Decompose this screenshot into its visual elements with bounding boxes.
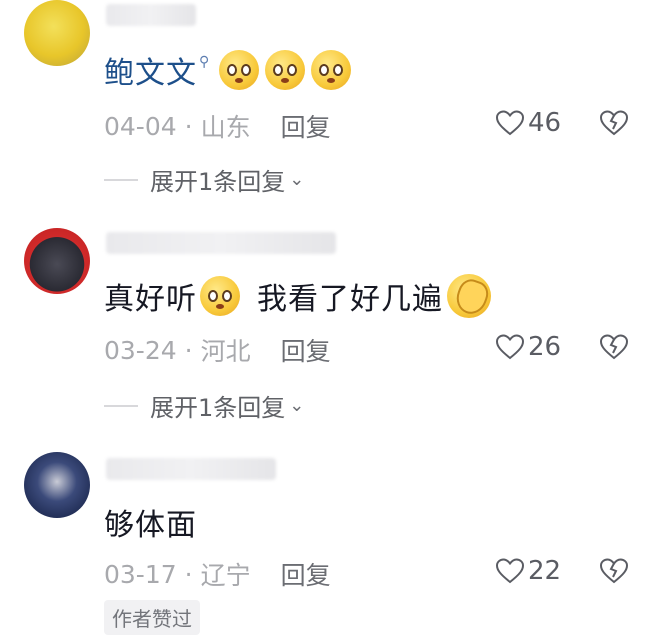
facepalm-emoji (447, 274, 492, 319)
expand-replies-label: 展开1条回复 (150, 168, 286, 196)
heart-icon (496, 110, 524, 136)
separator-dot: · (184, 111, 193, 141)
broken-heart-icon (599, 558, 629, 584)
reply-button[interactable]: 回复 (281, 108, 331, 144)
broken-heart-icon (599, 110, 629, 136)
dislike-button[interactable] (599, 110, 629, 140)
expand-replies-button[interactable]: 展开1条回复 ⌄ (104, 388, 304, 423)
comment-content: 真好听 我看了好几遍 (104, 274, 492, 319)
search-icon[interactable]: ⚲ (199, 54, 210, 70)
username-blurred[interactable] (106, 458, 276, 480)
pleading-face-emoji (311, 50, 352, 90)
chevron-down-icon: ⌄ (289, 395, 305, 416)
username-blurred[interactable] (106, 232, 336, 254)
comment-text: 够体面 (104, 508, 197, 543)
comment-date: 03-17 (104, 559, 177, 589)
separator-dot: · (184, 335, 193, 365)
comment-location: 辽宁 (200, 561, 251, 590)
like-button[interactable]: 22 (496, 556, 561, 586)
pleading-face-emoji (219, 50, 260, 90)
divider-line (104, 178, 138, 181)
like-button[interactable]: 26 (496, 332, 561, 362)
comment-content: 鲍文文 ⚲ (104, 48, 354, 92)
pleading-face-emoji (200, 276, 240, 316)
comment-meta: 03-17 · 辽宁 回复 (104, 556, 331, 592)
separator-dot: · (184, 559, 193, 589)
comment-location: 山东 (200, 113, 251, 142)
comment-content: 够体面 (104, 500, 197, 544)
comment-location: 河北 (200, 337, 251, 366)
like-count: 46 (528, 108, 562, 138)
comment-meta: 03-24 · 河北 回复 (104, 332, 331, 368)
author-liked-badge: 作者赞过 (104, 600, 200, 635)
divider-line (104, 404, 138, 407)
broken-heart-icon (599, 334, 629, 360)
username-blurred[interactable] (106, 4, 196, 26)
comment-date: 03-24 (104, 335, 177, 365)
reply-button[interactable]: 回复 (281, 556, 331, 592)
pleading-face-emoji (265, 50, 306, 90)
avatar[interactable] (24, 0, 90, 66)
reply-button[interactable]: 回复 (281, 332, 331, 368)
like-button[interactable]: 46 (496, 108, 561, 138)
like-count: 22 (528, 556, 562, 586)
expand-replies-label: 展开1条回复 (150, 394, 286, 422)
chevron-down-icon: ⌄ (289, 169, 305, 190)
avatar[interactable] (24, 452, 90, 518)
heart-icon (496, 334, 524, 360)
comment-text: 我看了好几遍 (257, 282, 443, 317)
comment-date: 04-04 (104, 111, 177, 141)
comment-meta: 04-04 · 山东 回复 (104, 108, 331, 144)
expand-replies-button[interactable]: 展开1条回复 ⌄ (104, 162, 304, 197)
dislike-button[interactable] (599, 558, 629, 588)
heart-icon (496, 558, 524, 584)
like-count: 26 (528, 332, 562, 362)
mention-link[interactable]: 鲍文文 (104, 48, 197, 92)
avatar[interactable] (24, 228, 90, 294)
dislike-button[interactable] (599, 334, 629, 364)
comment-text: 真好听 (104, 282, 197, 317)
